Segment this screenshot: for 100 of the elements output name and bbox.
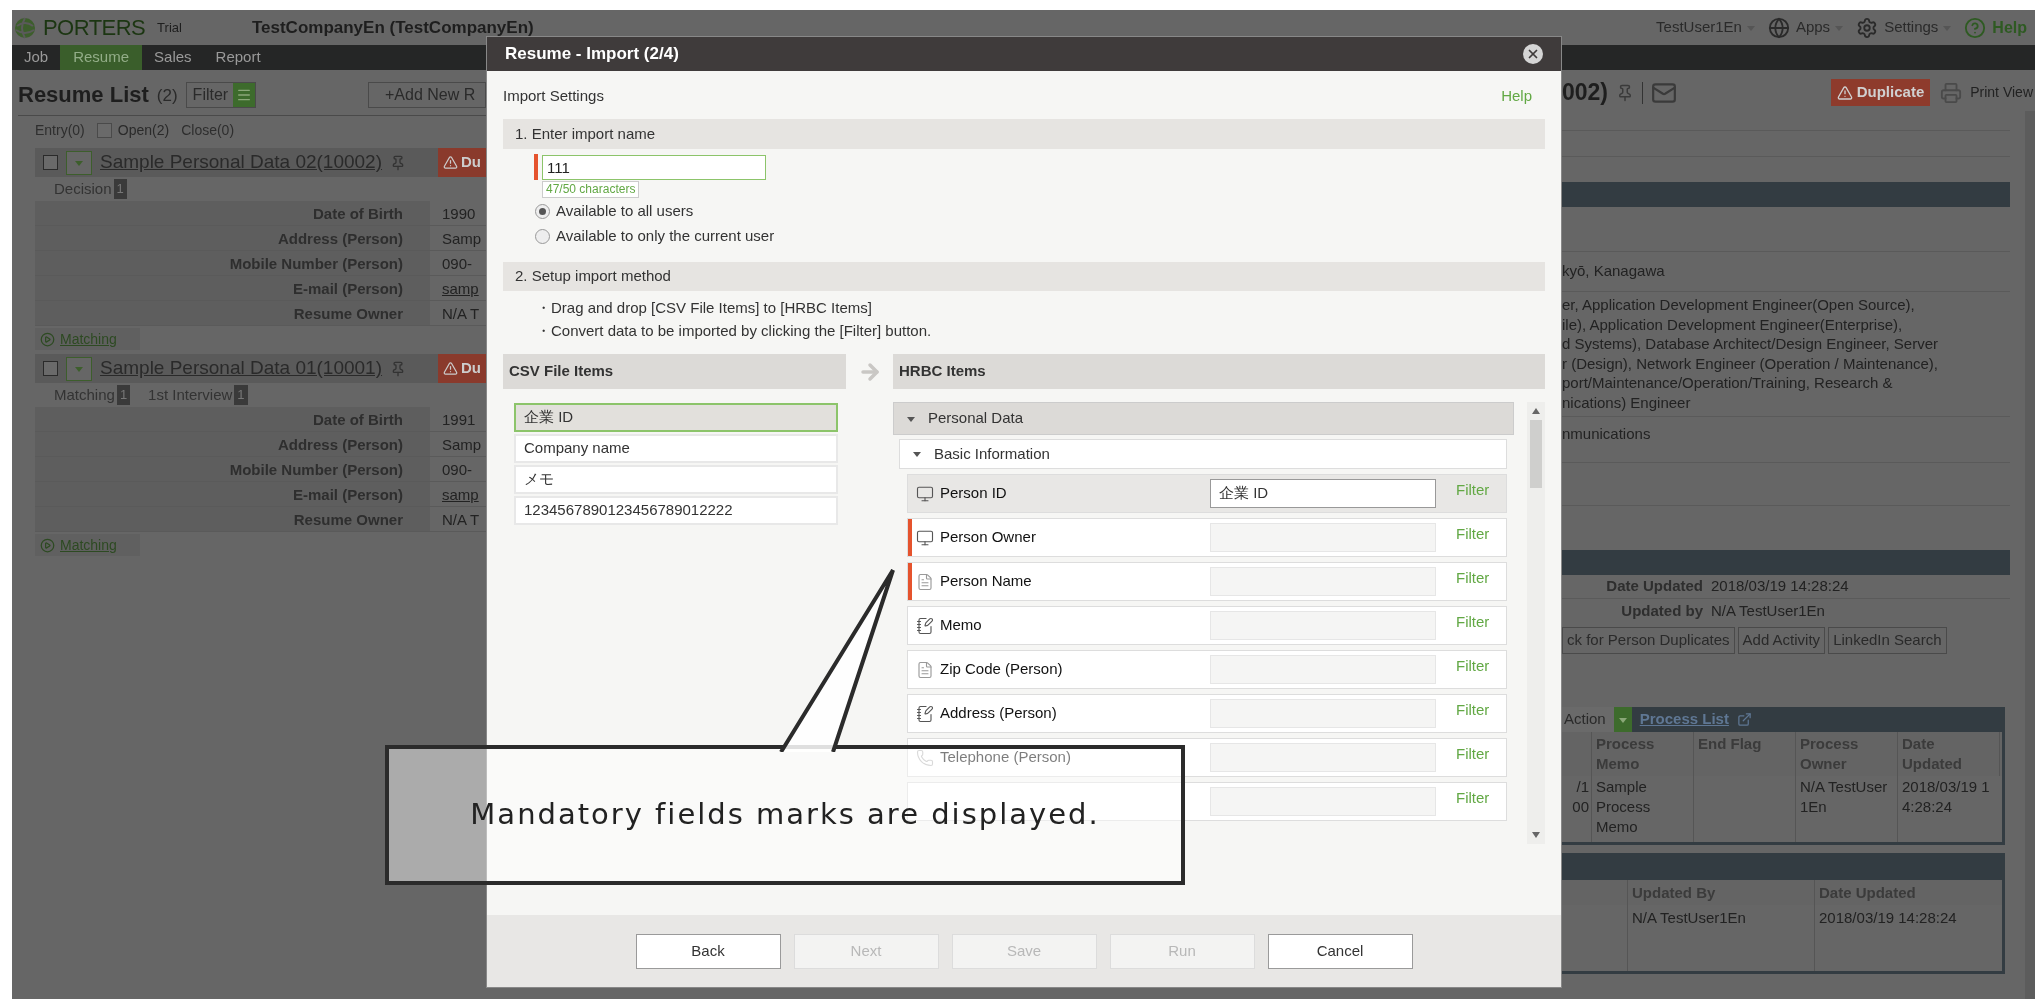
checkbox[interactable]	[43, 155, 58, 170]
dialog-title: Resume - Import (2/4)	[505, 43, 679, 66]
field-value: Samp	[441, 435, 482, 455]
process-list-link[interactable]: Process List	[1639, 708, 1729, 731]
csv-item[interactable]: 1234567890123456789012222	[514, 496, 838, 525]
filter-link[interactable]: Filter	[1456, 523, 1490, 546]
csv-item[interactable]: メモ	[514, 465, 838, 494]
add-new-button[interactable]: +Add New R	[368, 81, 486, 108]
mapping-field[interactable]	[1210, 523, 1436, 552]
field-value: Samp	[441, 229, 482, 249]
mapping-field[interactable]	[1210, 699, 1436, 728]
filter-link[interactable]: Filter	[1456, 611, 1490, 634]
field-row[interactable]: Telephone (Person) Filter	[907, 738, 1507, 777]
dropdown-button[interactable]	[66, 150, 92, 175]
mapping-field[interactable]: 企業 ID	[1210, 479, 1436, 508]
warning-icon	[443, 361, 458, 376]
scrollbar[interactable]	[1527, 402, 1545, 844]
matching-link[interactable]: Matching	[60, 534, 117, 556]
scroll-up-icon	[1532, 408, 1540, 414]
checkbox[interactable]	[43, 361, 58, 376]
table-cell: N/A TestUser1En	[1632, 909, 1746, 926]
dialog-button[interactable]: Cancel	[1267, 933, 1413, 969]
user-menu[interactable]: TestUser1En	[1656, 16, 1756, 39]
field-value: N/A T	[441, 304, 480, 324]
dropdown-button[interactable]	[66, 356, 92, 381]
step-header: 1. Enter import name	[503, 119, 1545, 149]
dialog-button[interactable]: Back	[635, 933, 781, 969]
nav-tab[interactable]: Sales	[142, 45, 204, 70]
character-counter: 47/50 characters	[542, 181, 640, 198]
document-icon	[916, 572, 934, 591]
monitor-icon	[916, 528, 934, 547]
table-cell: N/A TestUser1En	[1800, 778, 1888, 815]
filter-link[interactable]: Filter	[1456, 743, 1490, 766]
filter-link[interactable]: Filter	[1456, 567, 1490, 590]
company-name: TestCompanyEn (TestCompanyEn)	[251, 16, 534, 39]
document-icon	[916, 660, 934, 679]
field-row[interactable]: Address (Person) Filter	[907, 694, 1507, 733]
subgroup-label: Basic Information	[934, 443, 1050, 464]
table-cell: 2018/03/19 14:28:24	[1819, 909, 1957, 926]
field-row[interactable]: Person ID 企業 ID Filter	[907, 474, 1507, 513]
edition-label: Trial	[157, 18, 182, 37]
filter-link[interactable]: Filter	[1456, 655, 1490, 678]
settings-menu[interactable]: Settings	[1884, 16, 1953, 39]
action-button[interactable]: LinkedIn Search	[1828, 627, 1947, 654]
action-dropdown[interactable]: Action	[1562, 707, 1632, 732]
scrollbar-thumb[interactable]	[1530, 420, 1542, 488]
field-value[interactable]: samp	[430, 276, 479, 300]
instruction-text: ・Drag and drop [CSV File Items] to [HRBC Items]	[536, 298, 873, 317]
field-value[interactable]: samp	[430, 482, 479, 506]
mapped-value: 企業 ID	[1219, 483, 1269, 504]
csv-item[interactable]: Company name	[514, 434, 838, 463]
radio-button[interactable]	[535, 203, 550, 219]
list-title: Resume List	[18, 81, 149, 109]
settings-icon	[1856, 16, 1879, 39]
field-value: 1990	[441, 204, 476, 224]
filter-link[interactable]: Filter	[1456, 479, 1490, 502]
logo-text: PORTERS	[43, 14, 146, 42]
radio-button[interactable]	[535, 228, 550, 244]
nav-tab[interactable]: Resume	[60, 45, 143, 70]
group-row[interactable]: Personal Data	[893, 402, 1514, 435]
meta-value: N/A TestUser1En	[1711, 600, 1825, 621]
nav-tab[interactable]: Job	[12, 45, 61, 70]
field-row[interactable]: Memo Filter	[907, 606, 1507, 645]
mapping-field[interactable]	[1210, 655, 1436, 684]
field-row[interactable]: Person Name Filter	[907, 562, 1507, 601]
warning-icon	[1836, 84, 1853, 101]
close-button[interactable]	[1523, 44, 1543, 64]
mapping-field[interactable]	[1210, 611, 1436, 640]
badge-text: Du	[461, 152, 481, 173]
mapping-field[interactable]	[1210, 567, 1436, 596]
occupation-line: er, Application Development Engineer(Open Source),	[1562, 295, 1916, 315]
meta-value: 2018/03/19 14:28:24	[1711, 576, 1849, 597]
badge-text: Du	[461, 358, 481, 379]
filter-link[interactable]: Filter	[1456, 699, 1490, 722]
mapping-field[interactable]	[1210, 743, 1436, 772]
action-button[interactable]: ck for Person Duplicates	[1562, 627, 1735, 654]
filter-button[interactable]: Filter	[185, 81, 257, 108]
step-header: 2. Setup import method	[503, 262, 1545, 291]
stage-count: 1	[234, 385, 248, 405]
matching-link[interactable]: Matching	[60, 328, 117, 350]
field-row[interactable]: Person Owner Filter	[907, 518, 1507, 557]
help-link[interactable]: Help	[1501, 84, 1532, 108]
monitor-icon	[916, 484, 934, 503]
table-cell-text: /1	[1575, 777, 1589, 797]
scrollbar[interactable]	[2025, 111, 2035, 999]
mapping-field[interactable]	[1210, 787, 1436, 816]
subgroup-row[interactable]: Basic Information	[899, 439, 1507, 469]
action-button[interactable]: Add Activity	[1737, 627, 1826, 654]
notebook-pen-icon	[916, 616, 934, 635]
field-row[interactable]: Zip Code (Person) Filter	[907, 650, 1507, 689]
occupation-line: ile), Application Development Engineer(Enterprise),	[1562, 314, 1904, 334]
printer-icon	[1940, 81, 1963, 104]
status-checkbox[interactable]	[96, 122, 112, 138]
duplicate-button[interactable]: Duplicate	[1830, 79, 1931, 106]
csv-item[interactable]: 企業 ID	[514, 403, 838, 432]
import-name-field[interactable]: 111	[542, 154, 766, 180]
filter-link[interactable]: Filter	[1456, 787, 1490, 810]
nav-tab[interactable]: Report	[203, 45, 273, 70]
apps-menu[interactable]: Apps	[1795, 16, 1845, 39]
print-view-link[interactable]: Print View	[1970, 82, 2033, 103]
